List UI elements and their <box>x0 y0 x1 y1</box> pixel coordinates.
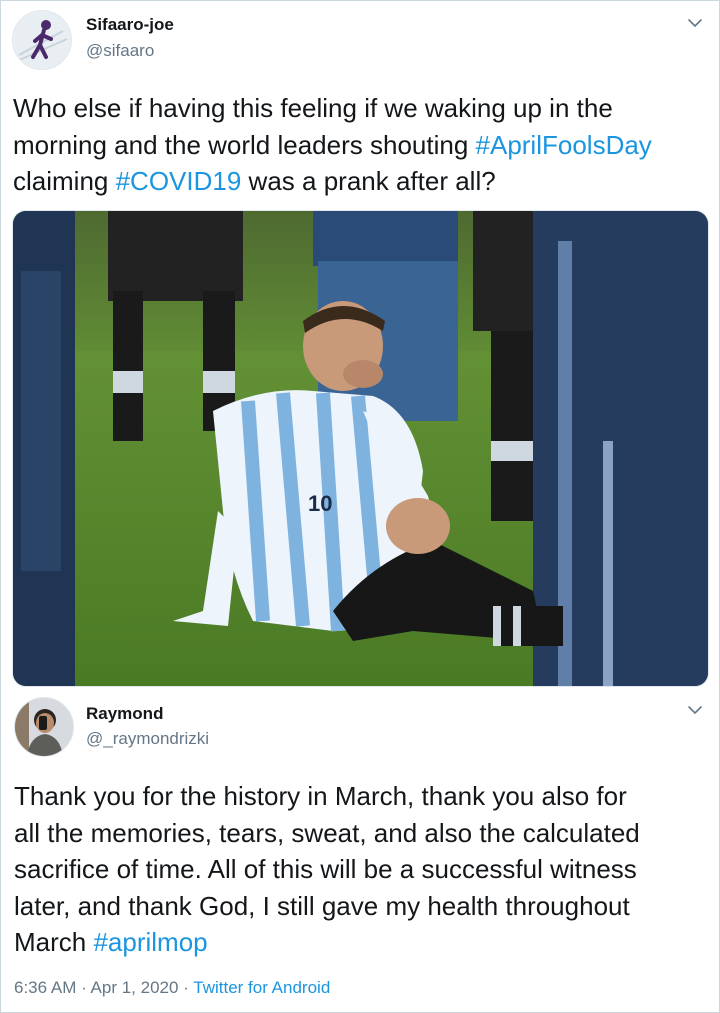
tweet-source-link[interactable]: Twitter for Android <box>193 978 330 997</box>
author-handle[interactable]: @_raymondrizki <box>86 729 209 749</box>
hashtag-link[interactable]: #aprilmop <box>93 927 207 957</box>
tweet-text: Who else if having this feeling if we wa… <box>13 90 652 200</box>
tweet-text-line: all the memories, tears, sweat, and also… <box>14 817 640 848</box>
avatar-silhouette-icon <box>13 11 71 69</box>
tweet-text-line: morning and the world leaders shouting #… <box>13 127 652 164</box>
tweet-media-photo[interactable]: 10 <box>12 210 709 687</box>
tweet-time[interactable]: 6:36 AM <box>14 978 76 997</box>
photo-soccer-player-icon: 10 <box>13 211 708 686</box>
author-name[interactable]: Raymond <box>86 704 163 724</box>
tweet-text-span: morning and the world leaders shouting <box>13 129 476 160</box>
hashtag-link[interactable]: #COVID19 <box>116 166 242 196</box>
tweet-text-line: sacrifice of time. All of this will be a… <box>14 854 637 884</box>
tweet-text-line: claiming #COVID19 was a prank after all? <box>13 163 652 200</box>
chevron-down-icon[interactable] <box>686 701 704 719</box>
separator: · <box>76 978 91 997</box>
author-name[interactable]: Sifaaro-joe <box>86 15 174 35</box>
avatar-person-photo-icon <box>15 698 73 756</box>
separator: · <box>178 978 194 997</box>
tweet-text-span: was a prank after all? <box>241 166 496 196</box>
tweet-text-line: Who else if having this feeling if we wa… <box>13 93 613 123</box>
avatar[interactable] <box>14 697 74 757</box>
tweet-text-span: claiming <box>13 166 116 196</box>
tweet-date[interactable]: Apr 1, 2020 <box>91 978 179 997</box>
tweet-text-line: later, and thank God, I still gave my he… <box>14 890 630 921</box>
author-handle[interactable]: @sifaaro <box>86 41 154 61</box>
jersey-number: 10 <box>308 491 332 516</box>
tweet-text-line: Thank you for the history in March, than… <box>14 781 627 811</box>
tweet-metadata: 6:36 AM · Apr 1, 2020 · Twitter for Andr… <box>14 978 330 998</box>
hashtag-link[interactable]: #AprilFoolsDay <box>476 130 652 160</box>
avatar[interactable] <box>12 10 72 70</box>
tweet-text: Thank you for the history in March, than… <box>14 778 640 961</box>
chevron-down-icon[interactable] <box>686 14 704 32</box>
tweet-text-line: March #aprilmop <box>14 924 640 961</box>
tweet-text-span: March <box>14 927 94 957</box>
